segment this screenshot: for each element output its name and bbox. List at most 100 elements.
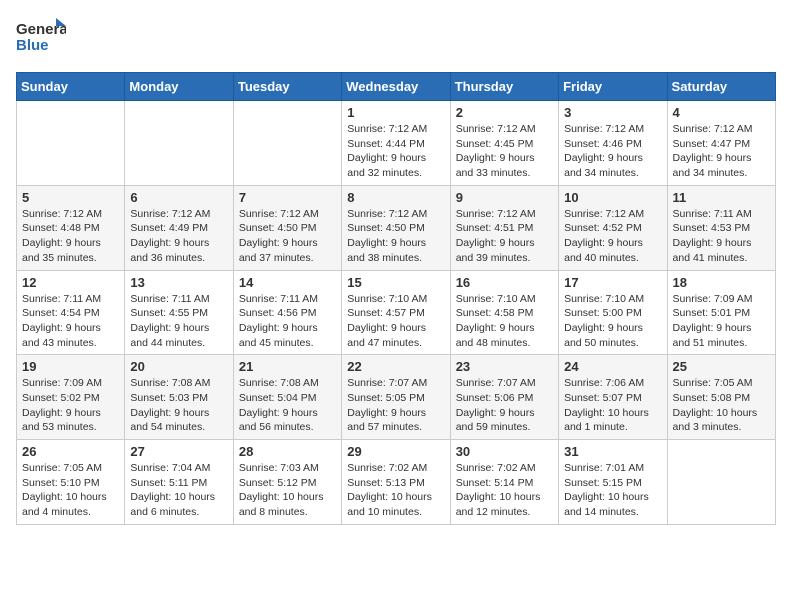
day-number: 27 [130,444,227,459]
calendar-cell: 28Sunrise: 7:03 AM Sunset: 5:12 PM Dayli… [233,440,341,525]
day-info: Sunrise: 7:06 AM Sunset: 5:07 PM Dayligh… [564,376,661,435]
day-number: 2 [456,105,553,120]
day-number: 3 [564,105,661,120]
day-number: 1 [347,105,444,120]
calendar-cell: 21 Sunrise: 7:08 AM Sunset: 5:04 PM Dayli… [233,355,341,440]
calendar-cell: 27Sunrise: 7:04 AM Sunset: 5:11 PM Dayli… [125,440,233,525]
calendar-table: SundayMondayTuesdayWednesdayThursdayFrid… [16,72,776,525]
calendar-cell: 29 Sunrise: 7:02 AM Sunset: 5:13 PM Dayli… [342,440,450,525]
day-number: 22 [347,359,444,374]
day-number: 23 [456,359,553,374]
calendar-cell [233,101,341,186]
day-number: 9 [456,190,553,205]
day-info: Sunrise: 7:02 AM Sunset: 5:14 PM Dayligh… [456,461,553,520]
calendar-cell: 3 Sunrise: 7:12 AM Sunset: 4:46 PM Daylig… [559,101,667,186]
calendar-cell: 11 Sunrise: 7:11 AM Sunset: 4:53 PM Dayli… [667,185,775,270]
day-number: 24 [564,359,661,374]
calendar-cell: 18Sunrise: 7:09 AM Sunset: 5:01 PM Dayli… [667,270,775,355]
calendar-cell: 19 Sunrise: 7:09 AM Sunset: 5:02 PM Dayli… [17,355,125,440]
calendar-cell [667,440,775,525]
calendar-cell: 12 Sunrise: 7:11 AM Sunset: 4:54 PM Dayli… [17,270,125,355]
day-number: 26 [22,444,119,459]
day-info: Sunrise: 7:12 AM Sunset: 4:44 PM Dayligh… [347,122,444,181]
day-number: 29 [347,444,444,459]
calendar-cell: 10 Sunrise: 7:12 AM Sunset: 4:52 PM Dayli… [559,185,667,270]
day-of-week-header: Friday [559,73,667,101]
day-info: Sunrise: 7:12 AM Sunset: 4:49 PM Dayligh… [130,207,227,266]
calendar-cell: 4 Sunrise: 7:12 AM Sunset: 4:47 PM Daylig… [667,101,775,186]
day-info: Sunrise: 7:10 AM Sunset: 5:00 PM Dayligh… [564,292,661,351]
day-number: 14 [239,275,336,290]
day-info: Sunrise: 7:09 AM Sunset: 5:01 PM Dayligh… [673,292,770,351]
calendar-cell: 1 Sunrise: 7:12 AM Sunset: 4:44 PM Daylig… [342,101,450,186]
day-info: Sunrise: 7:11 AM Sunset: 4:54 PM Dayligh… [22,292,119,351]
day-number: 13 [130,275,227,290]
calendar-cell: 15 Sunrise: 7:10 AM Sunset: 4:57 PM Dayli… [342,270,450,355]
day-number: 28 [239,444,336,459]
day-info: Sunrise: 7:12 AM Sunset: 4:50 PM Dayligh… [239,207,336,266]
calendar-cell: 31 Sunrise: 7:01 AM Sunset: 5:15 PM Dayli… [559,440,667,525]
day-info: Sunrise: 7:12 AM Sunset: 4:52 PM Dayligh… [564,207,661,266]
calendar-week-row: 12 Sunrise: 7:11 AM Sunset: 4:54 PM Dayli… [17,270,776,355]
calendar-cell: 25 Sunrise: 7:05 AM Sunset: 5:08 PM Dayli… [667,355,775,440]
day-of-week-header: Saturday [667,73,775,101]
calendar-cell: 20 Sunrise: 7:08 AM Sunset: 5:03 PM Dayli… [125,355,233,440]
day-number: 31 [564,444,661,459]
day-info: Sunrise: 7:08 AM Sunset: 5:03 PM Dayligh… [130,376,227,435]
day-number: 30 [456,444,553,459]
day-info: Sunrise: 7:11 AM Sunset: 4:53 PM Dayligh… [673,207,770,266]
day-number: 12 [22,275,119,290]
day-info: Sunrise: 7:08 AM Sunset: 5:04 PM Dayligh… [239,376,336,435]
day-number: 11 [673,190,770,205]
calendar-cell [17,101,125,186]
day-number: 4 [673,105,770,120]
day-info: Sunrise: 7:11 AM Sunset: 4:55 PM Dayligh… [130,292,227,351]
calendar-cell: 8 Sunrise: 7:12 AM Sunset: 4:50 PM Daylig… [342,185,450,270]
day-of-week-header: Monday [125,73,233,101]
calendar-cell: 23 Sunrise: 7:07 AM Sunset: 5:06 PM Dayli… [450,355,558,440]
day-info: Sunrise: 7:10 AM Sunset: 4:57 PM Dayligh… [347,292,444,351]
day-info: Sunrise: 7:12 AM Sunset: 4:46 PM Dayligh… [564,122,661,181]
day-info: Sunrise: 7:05 AM Sunset: 5:08 PM Dayligh… [673,376,770,435]
day-number: 19 [22,359,119,374]
day-number: 15 [347,275,444,290]
day-of-week-header: Sunday [17,73,125,101]
calendar-header-row: SundayMondayTuesdayWednesdayThursdayFrid… [17,73,776,101]
svg-text:Blue: Blue [16,37,49,54]
day-info: Sunrise: 7:02 AM Sunset: 5:13 PM Dayligh… [347,461,444,520]
day-number: 20 [130,359,227,374]
day-number: 5 [22,190,119,205]
day-info: Sunrise: 7:01 AM Sunset: 5:15 PM Dayligh… [564,461,661,520]
calendar-week-row: 19 Sunrise: 7:09 AM Sunset: 5:02 PM Dayli… [17,355,776,440]
calendar-cell: 16 Sunrise: 7:10 AM Sunset: 4:58 PM Dayli… [450,270,558,355]
day-info: Sunrise: 7:11 AM Sunset: 4:56 PM Dayligh… [239,292,336,351]
day-info: Sunrise: 7:10 AM Sunset: 4:58 PM Dayligh… [456,292,553,351]
day-info: Sunrise: 7:12 AM Sunset: 4:51 PM Dayligh… [456,207,553,266]
day-number: 7 [239,190,336,205]
calendar-cell: 14 Sunrise: 7:11 AM Sunset: 4:56 PM Dayli… [233,270,341,355]
day-number: 10 [564,190,661,205]
day-number: 6 [130,190,227,205]
day-info: Sunrise: 7:12 AM Sunset: 4:50 PM Dayligh… [347,207,444,266]
calendar-cell: 2 Sunrise: 7:12 AM Sunset: 4:45 PM Daylig… [450,101,558,186]
calendar-cell: 6 Sunrise: 7:12 AM Sunset: 4:49 PM Daylig… [125,185,233,270]
day-number: 16 [456,275,553,290]
logo: GeneralBlue [16,16,66,60]
day-info: Sunrise: 7:05 AM Sunset: 5:10 PM Dayligh… [22,461,119,520]
day-info: Sunrise: 7:07 AM Sunset: 5:06 PM Dayligh… [456,376,553,435]
logo-svg: GeneralBlue [16,16,66,60]
calendar-week-row: 1 Sunrise: 7:12 AM Sunset: 4:44 PM Daylig… [17,101,776,186]
day-number: 17 [564,275,661,290]
day-info: Sunrise: 7:12 AM Sunset: 4:47 PM Dayligh… [673,122,770,181]
day-info: Sunrise: 7:09 AM Sunset: 5:02 PM Dayligh… [22,376,119,435]
calendar-cell: 24 Sunrise: 7:06 AM Sunset: 5:07 PM Dayli… [559,355,667,440]
day-number: 8 [347,190,444,205]
calendar-week-row: 5Sunrise: 7:12 AM Sunset: 4:48 PM Daylig… [17,185,776,270]
day-number: 21 [239,359,336,374]
calendar-week-row: 26 Sunrise: 7:05 AM Sunset: 5:10 PM Dayli… [17,440,776,525]
day-number: 25 [673,359,770,374]
day-info: Sunrise: 7:12 AM Sunset: 4:45 PM Dayligh… [456,122,553,181]
day-info: Sunrise: 7:07 AM Sunset: 5:05 PM Dayligh… [347,376,444,435]
calendar-cell: 22 Sunrise: 7:07 AM Sunset: 5:05 PM Dayli… [342,355,450,440]
calendar-cell: 17 Sunrise: 7:10 AM Sunset: 5:00 PM Dayli… [559,270,667,355]
